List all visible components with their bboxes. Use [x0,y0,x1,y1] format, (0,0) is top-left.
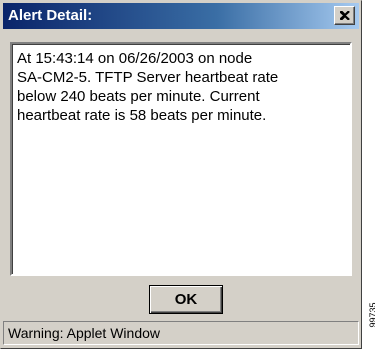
figure-id-label: 99735 [368,302,375,328]
ok-button[interactable]: OK [149,285,223,314]
alert-detail-window: Alert Detail: At 15:43:14 on 06/26/2003 … [0,0,362,349]
window-title: Alert Detail: [8,7,93,24]
title-bar[interactable]: Alert Detail: [3,3,359,29]
message-text-area[interactable]: At 15:43:14 on 06/26/2003 on node SA-CM2… [10,42,352,276]
status-text: Warning: Applet Window [8,325,160,341]
status-bar: Warning: Applet Window [3,321,359,345]
close-button[interactable] [334,6,355,25]
alert-message: At 15:43:14 on 06/26/2003 on node SA-CM2… [17,50,279,124]
close-x-icon [340,11,350,20]
